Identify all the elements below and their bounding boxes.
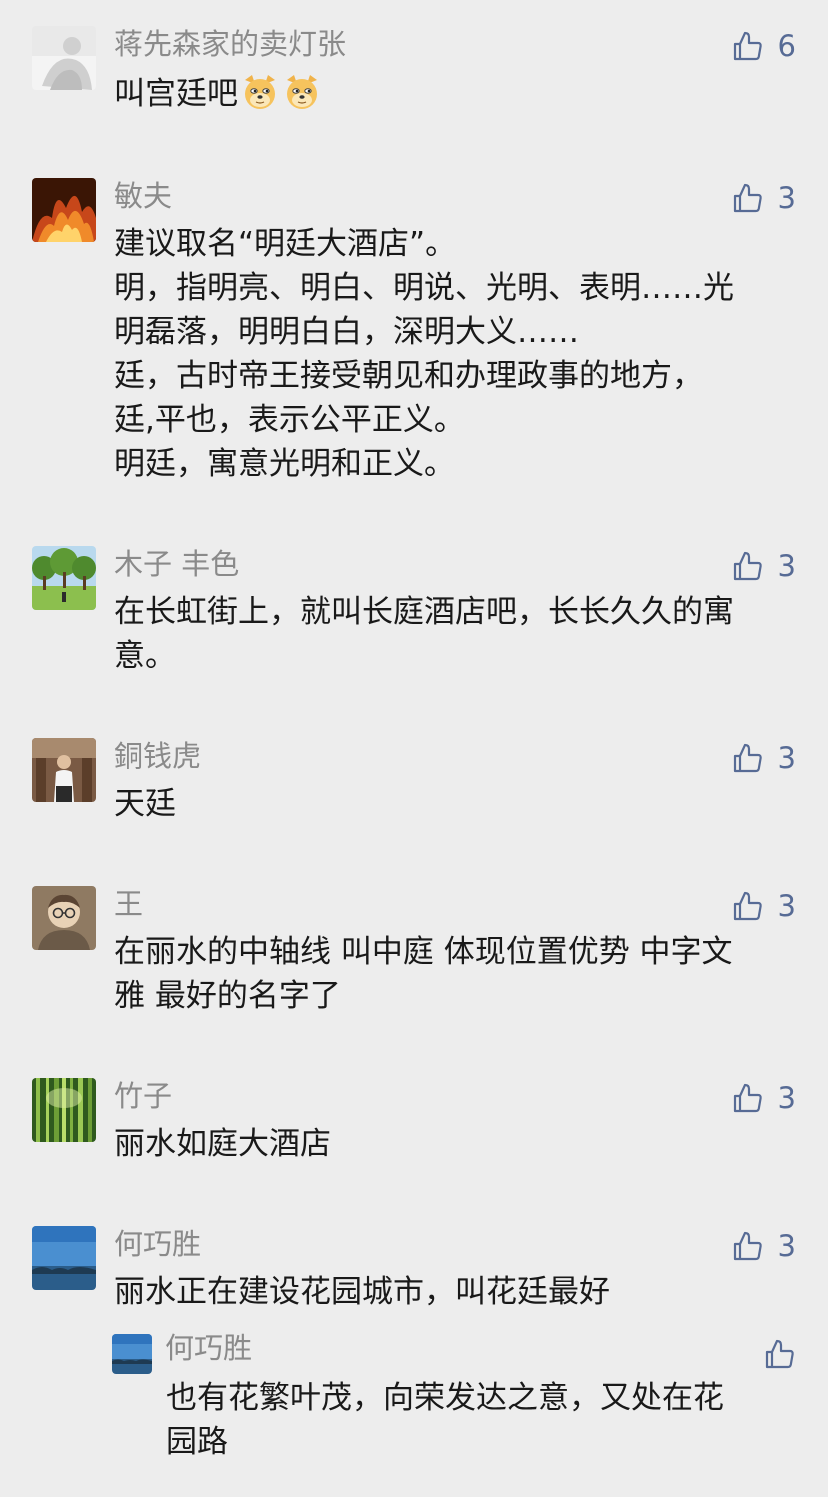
comment-text-line: 建议取名“明廷大酒店”。 — [114, 226, 457, 262]
thumbs-up-icon — [733, 743, 762, 773]
avatar[interactable] — [32, 546, 96, 610]
avatar[interactable] — [112, 1334, 152, 1374]
comment-author[interactable]: 木子 丰色 — [114, 544, 239, 584]
comment-author[interactable]: 王 — [114, 884, 143, 924]
comment-text: 建议取名“明廷大酒店”。 明，指明亮、明白、明说、光明、表明……光 明磊落，明明… — [114, 222, 804, 486]
comment-author[interactable]: 何巧胜 — [114, 1224, 201, 1264]
like-count: 3 — [777, 549, 796, 583]
comment-text-line: 丽水如庭大酒店 — [114, 1126, 331, 1162]
doge-face-icon — [282, 72, 322, 112]
comment-author[interactable]: 銅钱虎 — [114, 736, 201, 776]
like-button[interactable]: 6 — [732, 26, 796, 66]
comment-text: 在丽水的中轴线 叫中庭 体现位置优势 中字文 雅 最好的名字了 — [114, 930, 804, 1018]
comment-text: 天廷 — [114, 782, 804, 826]
like-button[interactable]: 3 — [732, 1226, 796, 1266]
comment-author[interactable]: 竹子 — [114, 1076, 172, 1116]
thumbs-up-icon — [733, 551, 762, 581]
thumbs-up-icon — [733, 31, 762, 61]
avatar[interactable] — [32, 178, 96, 242]
avatar[interactable] — [32, 886, 96, 950]
thumbs-up-icon — [733, 891, 762, 921]
comment-text-line: 意。 — [114, 638, 176, 674]
reply-author[interactable]: 何巧胜 — [165, 1328, 252, 1368]
like-count: 3 — [777, 1229, 796, 1263]
comment-text-line: 廷,平也，表示公平正义。 — [114, 402, 465, 438]
doge-face-icon — [240, 72, 280, 112]
comment-text: 叫宫廷吧 — [114, 72, 804, 116]
like-count: 3 — [777, 889, 796, 923]
comment-text-line: 天廷 — [114, 786, 176, 822]
like-button[interactable]: 3 — [732, 738, 796, 778]
comment-text-line: 明，指明亮、明白、明说、光明、表明……光 — [114, 270, 734, 306]
comment-text-line: 在长虹街上，就叫长庭酒店吧，长长久久的寓 — [114, 594, 734, 630]
reply-text-line: 也有花繁叶茂，向荣发达之意，又处在花 — [166, 1380, 724, 1416]
comment-text-line: 廷，古时帝王接受朝见和办理政事的地方， — [114, 358, 703, 394]
like-button[interactable]: 3 — [732, 1078, 796, 1118]
comment-author[interactable]: 蒋先森家的卖灯张 — [114, 24, 346, 64]
comment-text-line: 叫宫廷吧 — [114, 76, 238, 112]
reply-text-line: 园路 — [166, 1424, 228, 1460]
like-button[interactable] — [764, 1334, 796, 1374]
thumbs-up-icon — [733, 183, 762, 213]
comment-author[interactable]: 敏夫 — [114, 176, 172, 216]
comment-text: 丽水正在建设花园城市，叫花廷最好 — [114, 1270, 804, 1314]
comment-text: 丽水如庭大酒店 — [114, 1122, 804, 1166]
avatar[interactable] — [32, 26, 96, 90]
thumbs-up-icon — [733, 1231, 762, 1261]
comment-text-line: 在丽水的中轴线 叫中庭 体现位置优势 中字文 — [114, 934, 733, 970]
avatar[interactable] — [32, 738, 96, 802]
thumbs-up-icon — [765, 1339, 794, 1369]
comment-text-line: 丽水正在建设花园城市，叫花廷最好 — [114, 1274, 610, 1310]
comment-text-line: 明磊落，明明白白，深明大义…… — [114, 314, 579, 350]
like-count: 6 — [777, 29, 796, 63]
like-button[interactable]: 3 — [732, 546, 796, 586]
like-count: 3 — [777, 1081, 796, 1115]
avatar[interactable] — [32, 1078, 96, 1142]
like-button[interactable]: 3 — [732, 886, 796, 926]
comment-text-line: 明廷，寓意光明和正义。 — [114, 446, 455, 482]
like-count: 3 — [777, 741, 796, 775]
thumbs-up-icon — [733, 1083, 762, 1113]
reply-text: 也有花繁叶茂，向荣发达之意，又处在花 园路 — [166, 1376, 786, 1464]
comment-text-line: 雅 最好的名字了 — [114, 978, 341, 1014]
comment-text: 在长虹街上，就叫长庭酒店吧，长长久久的寓 意。 — [114, 590, 804, 678]
avatar[interactable] — [32, 1226, 96, 1290]
like-count: 3 — [777, 181, 796, 215]
like-button[interactable]: 3 — [732, 178, 796, 218]
